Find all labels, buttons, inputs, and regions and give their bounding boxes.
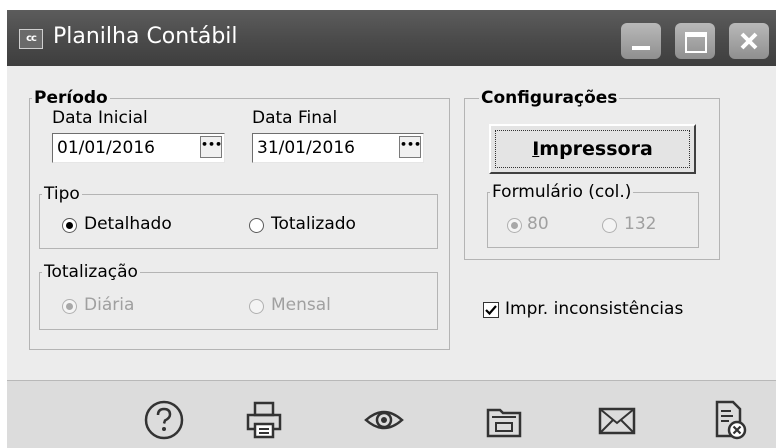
window: cc Planilha Contábil Período Data Inicia…: [7, 10, 776, 448]
radio-col-132: [602, 218, 617, 233]
radio-col-80-label: 80: [527, 214, 549, 234]
data-final-field[interactable]: 31/01/2016 •••: [252, 133, 424, 163]
radio-detalhado[interactable]: [62, 218, 77, 233]
radio-diaria-label: Diária: [84, 295, 135, 315]
tipo-legend: Tipo: [42, 184, 82, 204]
radio-mensal: [249, 299, 264, 314]
radio-totalizado-label[interactable]: Totalizado: [271, 214, 356, 234]
maximize-icon: [685, 32, 707, 53]
configuracoes-legend: Configurações: [479, 88, 620, 108]
dialog-body: Período Data Inicial 01/01/2016 ••• Data…: [7, 66, 776, 380]
close-button[interactable]: [729, 23, 769, 59]
data-inicial-label: Data Inicial: [52, 108, 148, 128]
printer-icon: [246, 401, 282, 439]
email-icon: [598, 407, 636, 435]
help-icon: [144, 400, 184, 440]
radio-col-132-label: 132: [624, 214, 657, 234]
open-button[interactable]: [482, 398, 526, 442]
data-final-label: Data Final: [252, 108, 338, 128]
app-icon: cc: [19, 29, 43, 49]
data-inicial-value: 01/01/2016: [57, 138, 155, 158]
window-title: Planilha Contábil: [53, 24, 238, 49]
impr-inconsistencias-label[interactable]: Impr. inconsistências: [505, 299, 683, 319]
data-final-picker-button[interactable]: •••: [399, 136, 421, 158]
folder-icon: [486, 408, 522, 438]
radio-totalizado[interactable]: [249, 218, 264, 233]
exit-button[interactable]: [707, 398, 751, 442]
formulario-legend: Formulário (col.): [490, 182, 634, 202]
close-icon: [740, 32, 758, 50]
data-inicial-field[interactable]: 01/01/2016 •••: [52, 133, 225, 163]
print-button[interactable]: [242, 398, 286, 442]
radio-diaria: [62, 299, 77, 314]
periodo-legend: Período: [32, 88, 110, 108]
checkmark-icon: [485, 305, 497, 316]
impr-inconsistencias-checkbox[interactable]: [483, 302, 499, 318]
impressora-button[interactable]: Impressora: [489, 124, 696, 174]
help-button[interactable]: [142, 398, 186, 442]
maximize-button[interactable]: [675, 23, 715, 59]
totalizacao-legend: Totalização: [42, 262, 140, 282]
close-document-icon: [715, 400, 747, 440]
preview-button[interactable]: [362, 398, 406, 442]
email-button[interactable]: [595, 398, 639, 442]
preview-eye-icon: [364, 410, 404, 430]
data-inicial-picker-button[interactable]: •••: [200, 136, 222, 158]
data-final-value: 31/01/2016: [257, 138, 355, 158]
minimize-icon: [632, 46, 650, 50]
radio-col-80: [507, 218, 522, 233]
title-bar[interactable]: cc Planilha Contábil: [7, 10, 776, 66]
radio-mensal-label: Mensal: [271, 295, 331, 315]
minimize-button[interactable]: [621, 23, 661, 59]
radio-detalhado-label[interactable]: Detalhado: [84, 214, 172, 234]
impressora-button-label: Impressora: [495, 130, 690, 168]
